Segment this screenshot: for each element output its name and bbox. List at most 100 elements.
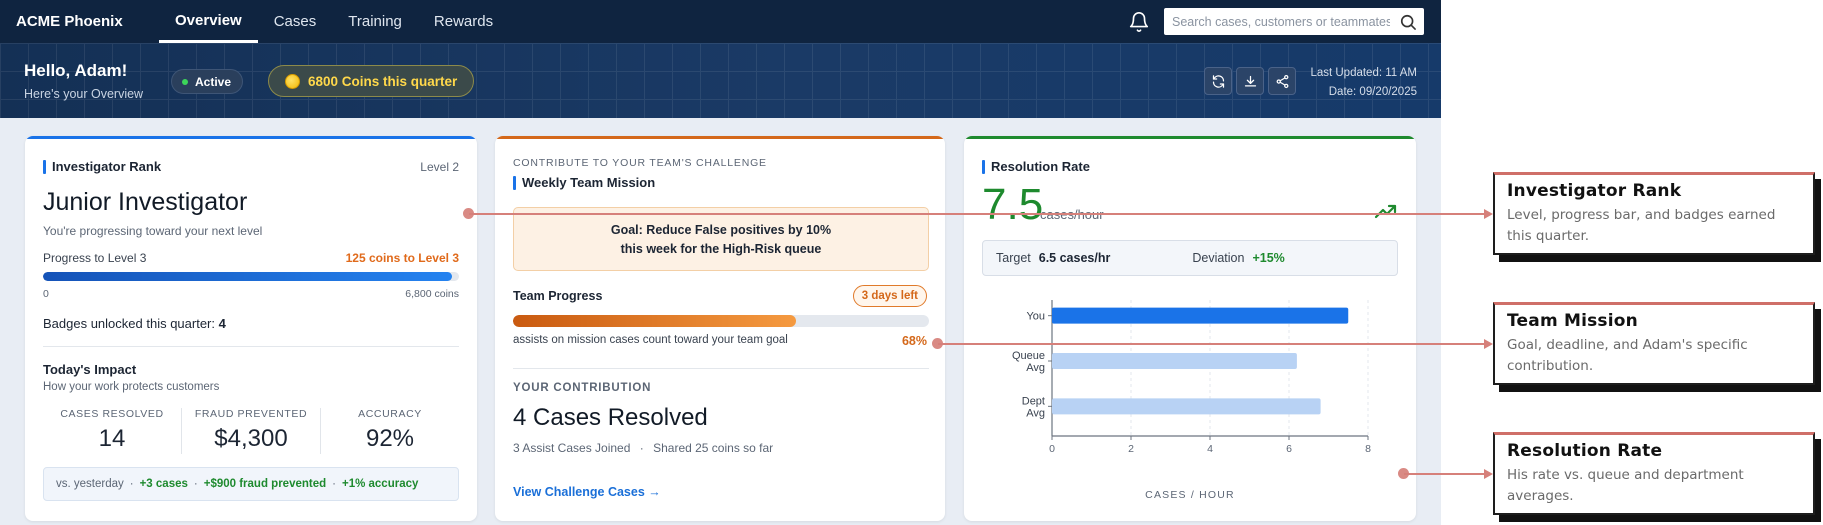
- status-dot-icon: [182, 78, 188, 85]
- status-label: Active: [195, 74, 232, 89]
- stat-cases-resolved: CASES RESOLVED 14: [43, 408, 182, 454]
- goal-line-2: this week for the High-Risk queue: [620, 242, 822, 256]
- callout-team-mission: Team Mission Goal, deadline, and Adam's …: [1493, 302, 1815, 385]
- tab-overview[interactable]: Overview: [159, 0, 258, 43]
- tab-rewards[interactable]: Rewards: [418, 0, 509, 43]
- callout-text: His rate vs. queue and department averag…: [1507, 467, 1744, 504]
- share-button[interactable]: [1268, 67, 1296, 95]
- impact-title: Today's Impact: [43, 362, 137, 377]
- days-left-badge: 3 days left: [852, 285, 927, 307]
- chart-bar-queue-avg: [1052, 353, 1297, 369]
- annotation-line-resolution: [1404, 473, 1484, 475]
- annotation-line-rank: [469, 213, 1484, 215]
- rank-subtitle: You're progressing toward your next leve…: [43, 224, 263, 238]
- compare-fraud: +$900 fraud prevented: [203, 478, 327, 490]
- tab-training[interactable]: Training: [332, 0, 418, 43]
- coins-badge: 6800 Coins this quarter: [268, 65, 475, 97]
- callout-title: Resolution Rate: [1507, 441, 1663, 461]
- rank-progress-bar: [43, 272, 459, 281]
- target-strip: Target 6.5 cases/hr Deviation +15%: [982, 240, 1398, 276]
- stat-value: 92%: [365, 425, 415, 452]
- assist-joined: 3 Assist Cases Joined: [513, 441, 631, 455]
- top-navigation: ACME Phoenix Overview Cases Training Rew…: [0, 0, 1441, 43]
- callout-investigator-rank: Investigator Rank Level, progress bar, a…: [1493, 172, 1815, 255]
- greeting-subtitle: Here's your Overview: [24, 87, 144, 101]
- mission-title: Weekly Team Mission: [513, 175, 655, 190]
- resolution-rate-unit: cases/hour: [1040, 207, 1104, 222]
- last-updated-date: Date: 09/20/2025: [1328, 86, 1417, 98]
- search-box: [1164, 8, 1424, 35]
- rank-card-title: Investigator Rank: [43, 159, 161, 174]
- resolution-rate-card: Resolution Rate 7.5 cases/hour Target 6.…: [964, 136, 1416, 521]
- contribution-details: 3 Assist Cases Joined · Shared 25 coins …: [513, 441, 774, 455]
- rank-progress-fill: [43, 272, 452, 281]
- chart-bar-dept-avg: [1052, 398, 1321, 415]
- coins-shared: Shared 25 coins so far: [653, 441, 774, 455]
- overview-header: Hello, Adam! Here's your Overview Active…: [0, 43, 1441, 118]
- chart-x-tick-label: 6: [1286, 443, 1292, 455]
- compare-cases: +3 cases: [139, 478, 188, 490]
- nav-tabs: Overview Cases Training Rewards: [159, 0, 509, 43]
- view-challenge-cases-link[interactable]: View Challenge Cases →: [513, 485, 661, 499]
- callout-resolution-rate: Resolution Rate His rate vs. queue and d…: [1493, 432, 1815, 515]
- divider: [43, 346, 459, 347]
- callout-text: Goal, deadline, and Adam's specific cont…: [1507, 337, 1748, 374]
- stat-value: 14: [98, 425, 126, 452]
- chart-x-axis-label: CASES / HOUR: [1145, 489, 1235, 501]
- badges-row: Badges unlocked this quarter: 4: [43, 316, 226, 331]
- refresh-button[interactable]: [1204, 67, 1232, 95]
- search-icon[interactable]: [1398, 12, 1418, 32]
- cases-resolved: 4 Cases Resolved: [513, 404, 708, 431]
- tab-cases[interactable]: Cases: [258, 0, 333, 43]
- bell-icon[interactable]: [1128, 11, 1150, 33]
- last-updated: Last Updated: 11 AM Date: 09/20/2025: [1310, 64, 1417, 102]
- stat-fraud-prevented: FRAUD PREVENTED $4,300: [182, 408, 321, 454]
- status-badge: Active: [171, 69, 244, 94]
- share-icon: [1276, 74, 1288, 88]
- download-button[interactable]: [1236, 67, 1264, 95]
- team-progress-label: Team Progress: [513, 289, 603, 303]
- rank-level: Level 2: [420, 160, 459, 174]
- dashboard-app: ACME Phoenix Overview Cases Training Rew…: [0, 0, 1441, 525]
- search-input[interactable]: [1164, 8, 1398, 35]
- arrow-icon: [1484, 339, 1493, 349]
- chart-x-tick-label: 2: [1128, 443, 1134, 455]
- team-progress-bar: [513, 315, 929, 327]
- deviation-label: Deviation: [1192, 251, 1245, 265]
- target-label: Target: [996, 251, 1031, 265]
- coin-icon: [285, 73, 300, 89]
- mission-goal-box: Goal: Reduce False positives by 10% this…: [513, 207, 929, 271]
- arrow-icon: [1484, 209, 1493, 219]
- stat-label: FRAUD PREVENTED: [194, 408, 308, 420]
- card-accent-bar: [964, 136, 1416, 139]
- goal-line-1: Goal: Reduce False positives by 10%: [610, 223, 832, 237]
- mission-title-text: Weekly Team Mission: [522, 175, 656, 190]
- stat-label: CASES RESOLVED: [60, 408, 164, 420]
- badges-label: Badges unlocked this quarter:: [43, 316, 215, 331]
- mission-eyebrow: CONTRIBUTE TO YOUR TEAM'S CHALLENGE: [513, 157, 767, 169]
- resolution-card-title: Resolution Rate: [982, 159, 1090, 174]
- stat-label: ACCURACY: [358, 408, 422, 420]
- team-mission-card: CONTRIBUTE TO YOUR TEAM'S CHALLENGE Week…: [495, 136, 945, 521]
- brand-logo[interactable]: ACME Phoenix: [16, 13, 159, 30]
- last-updated-time: Last Updated: 11 AM: [1310, 67, 1417, 79]
- callout-title: Team Mission: [1507, 311, 1638, 331]
- refresh-icon: [1212, 74, 1224, 88]
- rank-name: Junior Investigator: [43, 188, 248, 216]
- badges-count: 4: [218, 316, 226, 331]
- chart-bar-you: [1052, 307, 1349, 324]
- chart-category-label: Dept Avg: [1022, 395, 1045, 419]
- progress-max: 6,800 coins: [405, 288, 459, 300]
- compare-strip: vs. yesterday · +3 cases · +$900 fraud p…: [43, 467, 459, 501]
- coins-label: 6800 Coins this quarter: [308, 73, 458, 89]
- download-icon: [1244, 75, 1256, 86]
- arrow-icon: [1484, 469, 1493, 479]
- stat-value: $4,300: [214, 425, 288, 452]
- team-progress-percent: 68%: [901, 334, 927, 348]
- chart-x-tick-label: 8: [1365, 443, 1371, 455]
- impact-subtitle: How your work protects customers: [43, 381, 220, 393]
- callout-title: Investigator Rank: [1507, 181, 1682, 201]
- callout-text: Level, progress bar, and badges earned t…: [1507, 207, 1776, 244]
- resolution-bar-chart: 0 2 4 6 8 You Queue Avg Dept Avg: [1012, 300, 1371, 455]
- investigator-rank-card: Investigator Rank Level 2 Junior Investi…: [25, 136, 477, 521]
